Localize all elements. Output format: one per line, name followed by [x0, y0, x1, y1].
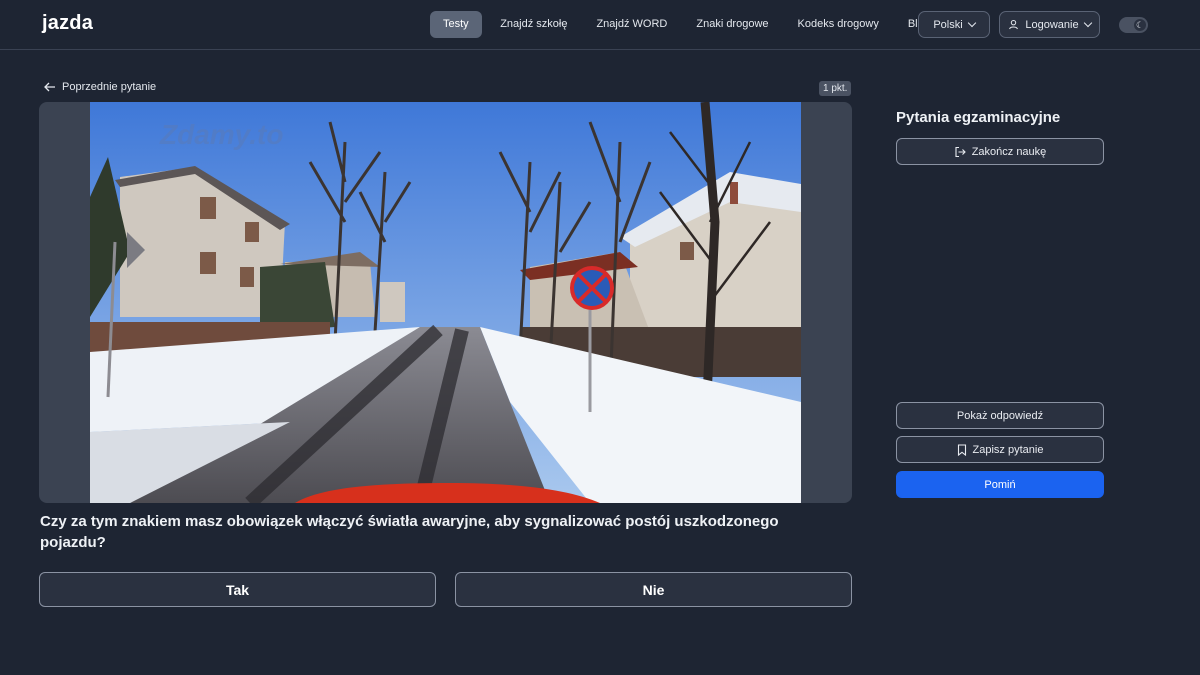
previous-question-link[interactable]: Poprzednie pytanie [44, 81, 156, 93]
top-navbar: jazda Testy Znajdź szkołę Znajdź WORD Zn… [0, 0, 1200, 50]
nav-item-find-word[interactable]: Znajdź WORD [582, 11, 682, 38]
previous-question-label: Poprzednie pytanie [62, 81, 157, 93]
save-question-button[interactable]: Zapisz pytanie [896, 436, 1104, 463]
question-photo: Zdamy.to [90, 102, 801, 503]
finish-learning-button[interactable]: Zakończ naukę [896, 138, 1104, 165]
language-label: Polski [933, 18, 963, 31]
main-nav: Testy Znajdź szkołę Znajdź WORD Znaki dr… [430, 11, 944, 38]
nav-item-find-school[interactable]: Znajdź szkołę [486, 11, 582, 38]
login-label: Logowanie [1025, 18, 1079, 31]
skip-button[interactable]: Pomiń [896, 471, 1104, 498]
save-question-label: Zapisz pytanie [972, 443, 1044, 456]
points-badge: 1 pkt. [819, 81, 852, 96]
chevron-down-icon [967, 18, 976, 28]
answer-yes-button[interactable]: Tak [39, 572, 436, 607]
moon-icon: ☾ [1134, 19, 1146, 31]
nav-item-road-signs[interactable]: Znaki drogowe [682, 11, 783, 38]
logo[interactable]: jazda [42, 12, 93, 35]
question-text: Czy za tym znakiem masz obowiązek włączy… [40, 513, 779, 551]
exit-icon [955, 146, 966, 157]
arrow-left-icon [44, 82, 55, 92]
panel-title: Pytania egzaminacyjne [896, 109, 1061, 126]
nav-item-road-code[interactable]: Kodeks drogowy [783, 11, 893, 38]
theme-toggle[interactable]: ☾ [1119, 17, 1148, 33]
watermark-text: Zdamy.to [159, 119, 283, 150]
chevron-down-icon [1083, 18, 1092, 28]
logo-text: jazda [42, 12, 94, 34]
user-icon [1009, 19, 1019, 30]
show-answer-button[interactable]: Pokaż odpowiedź [896, 402, 1104, 429]
login-button[interactable]: Logowanie [999, 11, 1100, 38]
bookmark-icon [957, 443, 966, 456]
language-select[interactable]: Polski [918, 11, 990, 38]
question-media: Zdamy.to [39, 102, 852, 503]
finish-learning-label: Zakończ naukę [971, 145, 1047, 158]
nav-item-testy[interactable]: Testy [430, 11, 482, 38]
answer-no-button[interactable]: Nie [455, 572, 852, 607]
